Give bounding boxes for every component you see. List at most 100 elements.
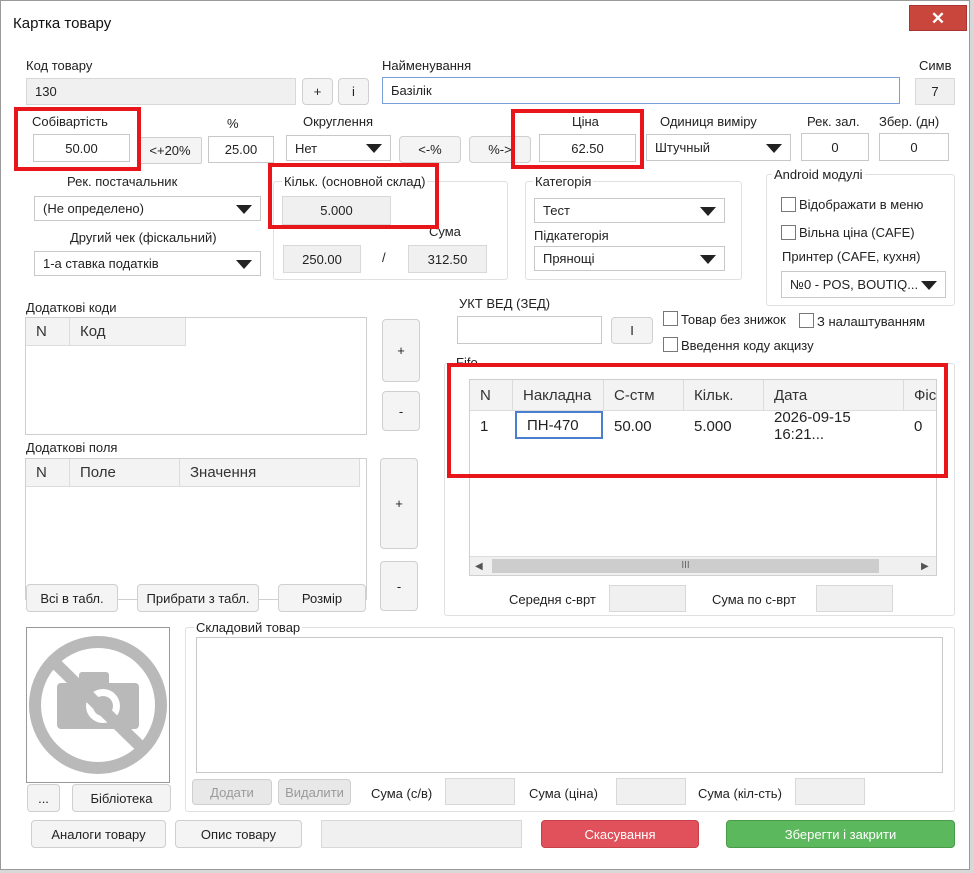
- storage-label: Збер. (дн): [879, 114, 940, 129]
- remove-from-table-button[interactable]: Прибрати з табл.: [137, 584, 259, 612]
- codes-grid[interactable]: N Код: [25, 317, 367, 435]
- fifo-hscrollbar[interactable]: ◀ III ▶: [470, 556, 936, 575]
- info-button[interactable]: i: [338, 78, 369, 105]
- save-close-button[interactable]: Зберегти і закрити: [726, 820, 955, 848]
- no-discount-checkbox[interactable]: [663, 311, 678, 326]
- remove-code-row-button[interactable]: -: [382, 391, 420, 431]
- library-button[interactable]: Бібліотека: [72, 784, 171, 812]
- browse-image-button[interactable]: ...: [27, 784, 60, 812]
- subcategory-select[interactable]: Прянощі: [534, 246, 725, 271]
- extra-header-field: Поле: [70, 459, 180, 487]
- supplier-label: Рек. постачальник: [67, 174, 178, 189]
- check-select[interactable]: 1-а ставка податків: [34, 251, 261, 276]
- chevron-down-icon: [766, 143, 782, 153]
- price-input[interactable]: 62.50: [539, 134, 636, 162]
- chevron-down-icon: [236, 204, 252, 214]
- code-field[interactable]: 130: [26, 78, 296, 105]
- ukt-label: УКТ ВЕД (ЗЕД): [459, 296, 551, 311]
- quantity-label: Кільк. (основной склад): [282, 174, 428, 189]
- printer-select[interactable]: №0 - POS, BOUTIQ...: [781, 271, 946, 298]
- with-settings-checkbox[interactable]: [799, 313, 814, 328]
- chevron-down-icon: [700, 254, 716, 264]
- fifo-cell-fiscal: 0: [914, 417, 923, 435]
- ukt-button[interactable]: I: [611, 317, 653, 344]
- slash: /: [382, 250, 386, 265]
- supplier-select[interactable]: (Не определено): [34, 196, 261, 221]
- add-code-row-button[interactable]: +: [382, 319, 420, 382]
- category-select[interactable]: Тест: [534, 198, 725, 223]
- warehouse-area[interactable]: [196, 637, 943, 773]
- description-button[interactable]: Опис товару: [175, 820, 302, 848]
- fifo-grid[interactable]: N Накладна С-стм Кільк. Дата Фіс 1 ПН-47…: [469, 379, 937, 576]
- extra-fields-grid[interactable]: N Поле Значення: [25, 458, 367, 600]
- extra-header-n: N: [26, 459, 70, 487]
- quantity-field: 5.000: [282, 196, 391, 225]
- add-button[interactable]: Додати: [192, 779, 272, 805]
- sum-price-wh-field: [616, 778, 686, 805]
- excise-label: Введення коду акцизу: [681, 338, 814, 353]
- rounding-value: Нет: [295, 140, 318, 156]
- sum-price-field: 312.50: [408, 245, 487, 273]
- name-input[interactable]: Базілік: [382, 77, 900, 104]
- no-discount-label: Товар без знижок: [681, 312, 786, 327]
- no-photo-icon: [29, 636, 167, 774]
- codes-label: Додаткові коди: [26, 300, 117, 315]
- fifo-header-qty: Кільк.: [684, 380, 764, 411]
- name-label: Найменування: [382, 58, 472, 73]
- rounding-select[interactable]: Нет: [286, 135, 391, 161]
- add-field-row-button[interactable]: +: [380, 458, 418, 549]
- delete-button[interactable]: Видалити: [278, 779, 351, 805]
- chevron-down-icon: [366, 144, 382, 153]
- product-image[interactable]: [26, 627, 170, 783]
- scroll-right-icon[interactable]: ▶: [921, 561, 929, 572]
- code-label: Код товару: [26, 58, 93, 73]
- fifo-header-invoice: Накладна: [513, 380, 604, 411]
- cancel-button[interactable]: Скасування: [541, 820, 699, 848]
- add-code-button[interactable]: +: [302, 78, 333, 105]
- printer-label: Принтер (CAFE, кухня): [782, 249, 921, 264]
- all-to-table-button[interactable]: Всі в табл.: [26, 584, 118, 612]
- plus20-button[interactable]: <+20%: [138, 137, 202, 164]
- right-percent-button[interactable]: %->: [469, 136, 531, 163]
- unit-label: Одиниця виміру: [660, 114, 757, 129]
- show-menu-checkbox[interactable]: [781, 197, 796, 212]
- ukt-input[interactable]: [457, 316, 602, 344]
- sym-count: 7: [915, 78, 955, 105]
- fifo-cell-n: 1: [480, 417, 489, 435]
- analogs-button[interactable]: Аналоги товару: [31, 820, 166, 848]
- rec-stock-input[interactable]: 0: [801, 133, 869, 161]
- remove-field-row-button[interactable]: -: [380, 561, 418, 611]
- supplier-value: (Не определено): [43, 201, 144, 216]
- fifo-cell-invoice[interactable]: ПН-470: [515, 411, 603, 439]
- left-percent-button[interactable]: <-%: [399, 136, 461, 163]
- percent-input[interactable]: 25.00: [208, 136, 274, 163]
- sum-cost-by-cost-field: [816, 585, 893, 612]
- product-card-window: Картка товару ✕ Код товару 130 + i Найме…: [0, 0, 970, 870]
- fifo-header-cost: С-стм: [604, 380, 684, 411]
- unit-select[interactable]: Штучный: [646, 134, 791, 161]
- sum-cost-wh-field: [445, 778, 515, 805]
- chevron-down-icon: [236, 259, 252, 269]
- sum-cost-label: Сума по с-врт: [712, 592, 797, 607]
- scroll-left-icon[interactable]: ◀: [475, 561, 483, 572]
- status-field: [321, 820, 522, 848]
- android-label: Android модулі: [772, 167, 865, 182]
- extra-fields-label: Додаткові поля: [26, 440, 118, 455]
- rounding-label: Округлення: [303, 114, 374, 129]
- sum-qty-wh-label: Сума (кіл-сть): [698, 786, 782, 801]
- fifo-header-fiscal: Фіс: [904, 380, 936, 411]
- free-price-label: Вільна ціна (CAFE): [799, 225, 915, 240]
- cost-label: Собівартість: [32, 114, 108, 129]
- size-button[interactable]: Розмір: [278, 584, 366, 612]
- unit-value: Штучный: [655, 140, 711, 155]
- with-settings-label: З налаштуванням: [817, 314, 926, 329]
- free-price-checkbox[interactable]: [781, 225, 796, 240]
- excise-checkbox[interactable]: [663, 337, 678, 352]
- close-button[interactable]: ✕: [909, 5, 967, 31]
- sum-price-wh-label: Сума (ціна): [529, 786, 598, 801]
- scroll-thumb[interactable]: III: [492, 559, 879, 573]
- storage-input[interactable]: 0: [879, 133, 949, 161]
- show-menu-label: Відображати в меню: [799, 197, 924, 212]
- cost-input[interactable]: 50.00: [33, 134, 130, 162]
- category-label: Категорія: [533, 174, 594, 189]
